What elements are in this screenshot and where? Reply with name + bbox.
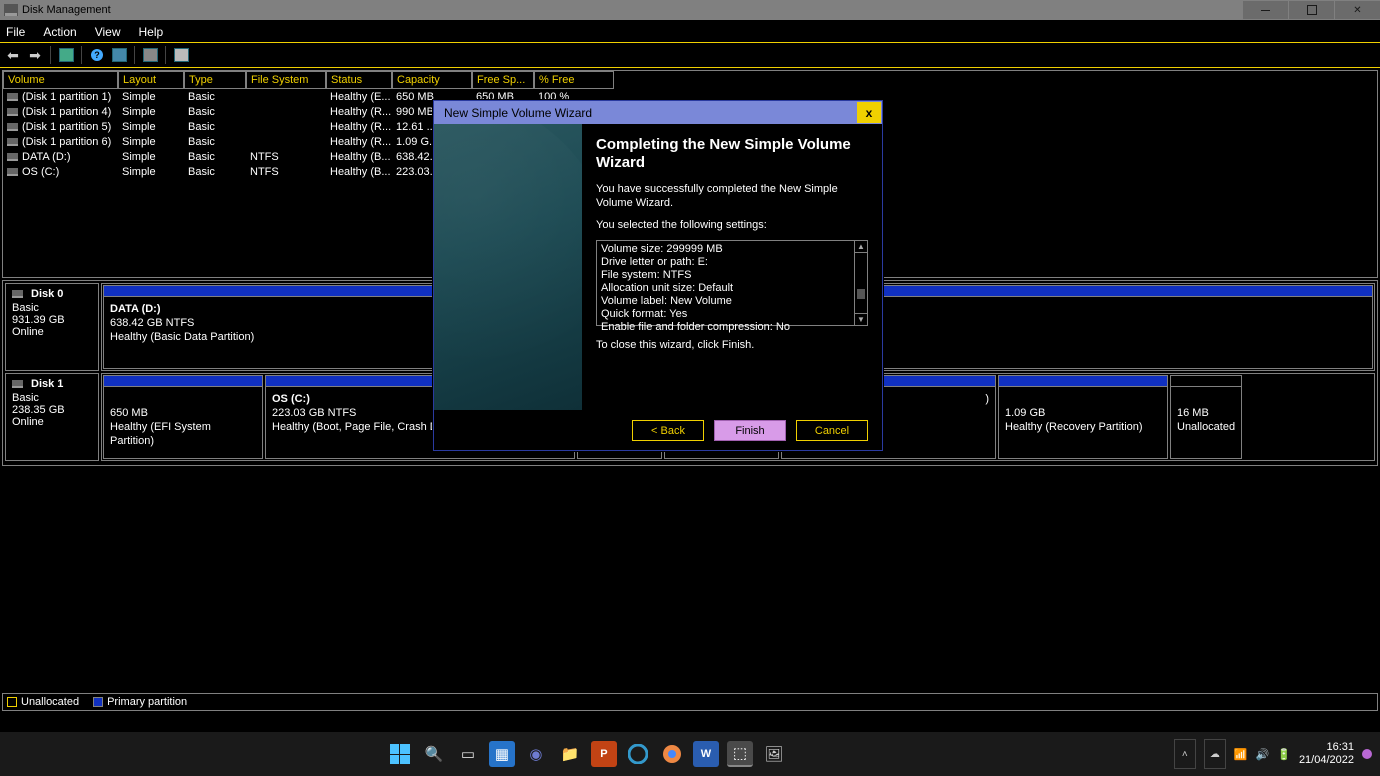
partition-title: DATA (D:) xyxy=(110,303,161,315)
toolbar-refresh-icon[interactable] xyxy=(110,46,128,64)
legend-primary: Primary partition xyxy=(93,696,187,708)
taskbar-app-powerpoint[interactable]: P xyxy=(591,741,617,767)
disk-icon xyxy=(12,380,23,388)
disk-1-size: 238.35 GB xyxy=(12,404,92,416)
col-type[interactable]: Type xyxy=(184,71,246,89)
tray-date: 21/04/2022 xyxy=(1299,754,1354,767)
scroll-down-icon[interactable]: ▼ xyxy=(855,313,867,325)
dialog-close-hint: To close this wizard, click Finish. xyxy=(596,338,868,352)
dialog-title: New Simple Volume Wizard xyxy=(444,106,592,120)
volume-icon xyxy=(7,168,18,176)
menu-action[interactable]: Action xyxy=(43,25,76,39)
col-volume[interactable]: Volume xyxy=(3,71,118,89)
nav-forward-button[interactable]: ➡ xyxy=(26,46,44,64)
volume-list-header: Volume Layout Type File System Status Ca… xyxy=(3,71,1377,89)
disk-1-state: Online xyxy=(12,416,92,428)
disk-1-info[interactable]: Disk 1 Basic 238.35 GB Online xyxy=(5,373,99,461)
col-layout[interactable]: Layout xyxy=(118,71,184,89)
col-pctfree[interactable]: % Free xyxy=(534,71,614,89)
tray-volume-icon[interactable]: 🔊 xyxy=(1256,748,1270,761)
scroll-up-icon[interactable]: ▲ xyxy=(855,241,867,253)
toolbar-properties-icon[interactable] xyxy=(57,46,75,64)
wizard-finish-button[interactable]: Finish xyxy=(714,420,786,441)
taskbar-search-icon[interactable]: 🔍 xyxy=(421,741,447,767)
dialog-selected-label: You selected the following settings: xyxy=(596,218,868,232)
toolbar: ⬅ ➡ ? xyxy=(0,43,1380,67)
disk-0-type: Basic xyxy=(12,302,92,314)
disk-0-size: 931.39 GB xyxy=(12,314,92,326)
volume-icon xyxy=(7,153,18,161)
window-close-button[interactable] xyxy=(1335,1,1380,19)
disk-1-partition-recovery[interactable]: 1.09 GBHealthy (Recovery Partition) xyxy=(998,375,1168,459)
nav-back-button[interactable]: ⬅ xyxy=(4,46,22,64)
taskbar-app-explorer[interactable]: 📁 xyxy=(557,741,583,767)
window-maximize-button[interactable] xyxy=(1289,1,1334,19)
col-status[interactable]: Status xyxy=(326,71,392,89)
dialog-titlebar[interactable]: New Simple Volume Wizard x xyxy=(434,101,882,124)
dialog-success-text: You have successfully completed the New … xyxy=(596,182,868,210)
toolbar-list-icon[interactable] xyxy=(172,46,190,64)
wizard-cancel-button[interactable]: Cancel xyxy=(796,420,868,441)
legend-bar: Unallocated Primary partition xyxy=(2,693,1378,711)
volume-icon xyxy=(7,138,18,146)
volume-icon xyxy=(7,108,18,116)
tray-wifi-icon[interactable]: 📶 xyxy=(1234,748,1248,761)
taskbar-app-chrome[interactable] xyxy=(659,741,685,767)
tray-clock[interactable]: 16:31 21/04/2022 xyxy=(1299,741,1354,767)
dialog-close-button[interactable]: x xyxy=(857,102,881,123)
app-icon xyxy=(4,4,18,16)
taskbar: 🔍 ▭ ▦ ◉ 📁 P W ⬚ 🖼 ˄ ☁ 📶 🔊 🔋 16:31 21/04/… xyxy=(0,732,1380,776)
start-button[interactable] xyxy=(387,741,413,767)
disk-1-unallocated[interactable]: 16 MBUnallocated xyxy=(1170,375,1242,459)
tray-battery-icon[interactable]: 🔋 xyxy=(1277,748,1291,761)
toolbar-action-icon[interactable] xyxy=(141,46,159,64)
volume-icon xyxy=(7,123,18,131)
taskbar-app-teams[interactable]: ◉ xyxy=(523,741,549,767)
disk-1-type: Basic xyxy=(12,392,92,404)
dialog-sidebar-graphic xyxy=(434,124,582,410)
new-simple-volume-wizard-dialog: New Simple Volume Wizard x Completing th… xyxy=(433,100,883,451)
partition-size: 638.42 GB NTFS xyxy=(110,317,194,329)
menu-help[interactable]: Help xyxy=(139,25,164,39)
disk-0-state: Online xyxy=(12,326,92,338)
taskbar-taskview-icon[interactable]: ▭ xyxy=(455,741,481,767)
menu-file[interactable]: File xyxy=(6,25,25,39)
partition-status: Healthy (Basic Data Partition) xyxy=(110,331,254,343)
taskbar-app-word[interactable]: W xyxy=(693,741,719,767)
disk-0-name: Disk 0 xyxy=(31,288,63,300)
toolbar-help-icon[interactable]: ? xyxy=(88,46,106,64)
volume-icon xyxy=(7,93,18,101)
dialog-settings-listbox[interactable]: Volume size: 299999 MB Drive letter or p… xyxy=(596,240,868,326)
disk-0-info[interactable]: Disk 0 Basic 931.39 GB Online xyxy=(5,283,99,371)
menu-view[interactable]: View xyxy=(95,25,121,39)
disk-1-partition-efi[interactable]: 650 MBHealthy (EFI System Partition) xyxy=(103,375,263,459)
dialog-heading: Completing the New Simple Volume Wizard xyxy=(596,136,868,172)
tray-notifications-icon[interactable] xyxy=(1362,749,1372,759)
tray-onedrive-icon[interactable]: ☁ xyxy=(1204,739,1226,769)
window-titlebar: Disk Management xyxy=(0,0,1380,20)
settings-scrollbar[interactable]: ▲ ▼ xyxy=(854,241,867,325)
tray-time: 16:31 xyxy=(1299,741,1354,754)
taskbar-app-diskmgmt[interactable]: ⬚ xyxy=(727,741,753,767)
taskbar-app-edge[interactable] xyxy=(625,741,651,767)
window-title: Disk Management xyxy=(22,4,111,16)
col-capacity[interactable]: Capacity xyxy=(392,71,472,89)
wizard-back-button[interactable]: < Back xyxy=(632,420,704,441)
col-filesystem[interactable]: File System xyxy=(246,71,326,89)
legend-unallocated: Unallocated xyxy=(7,696,79,708)
taskbar-app-widgets[interactable]: ▦ xyxy=(489,741,515,767)
tray-overflow-button[interactable]: ˄ xyxy=(1174,739,1196,769)
disk-icon xyxy=(12,290,23,298)
col-freespace[interactable]: Free Sp... xyxy=(472,71,534,89)
menu-bar: File Action View Help xyxy=(0,20,1380,42)
disk-1-name: Disk 1 xyxy=(31,378,63,390)
scroll-thumb[interactable] xyxy=(857,289,865,299)
system-tray: ˄ ☁ 📶 🔊 🔋 16:31 21/04/2022 xyxy=(1174,739,1380,769)
window-minimize-button[interactable] xyxy=(1243,1,1288,19)
taskbar-app-photos[interactable]: 🖼 xyxy=(761,741,787,767)
